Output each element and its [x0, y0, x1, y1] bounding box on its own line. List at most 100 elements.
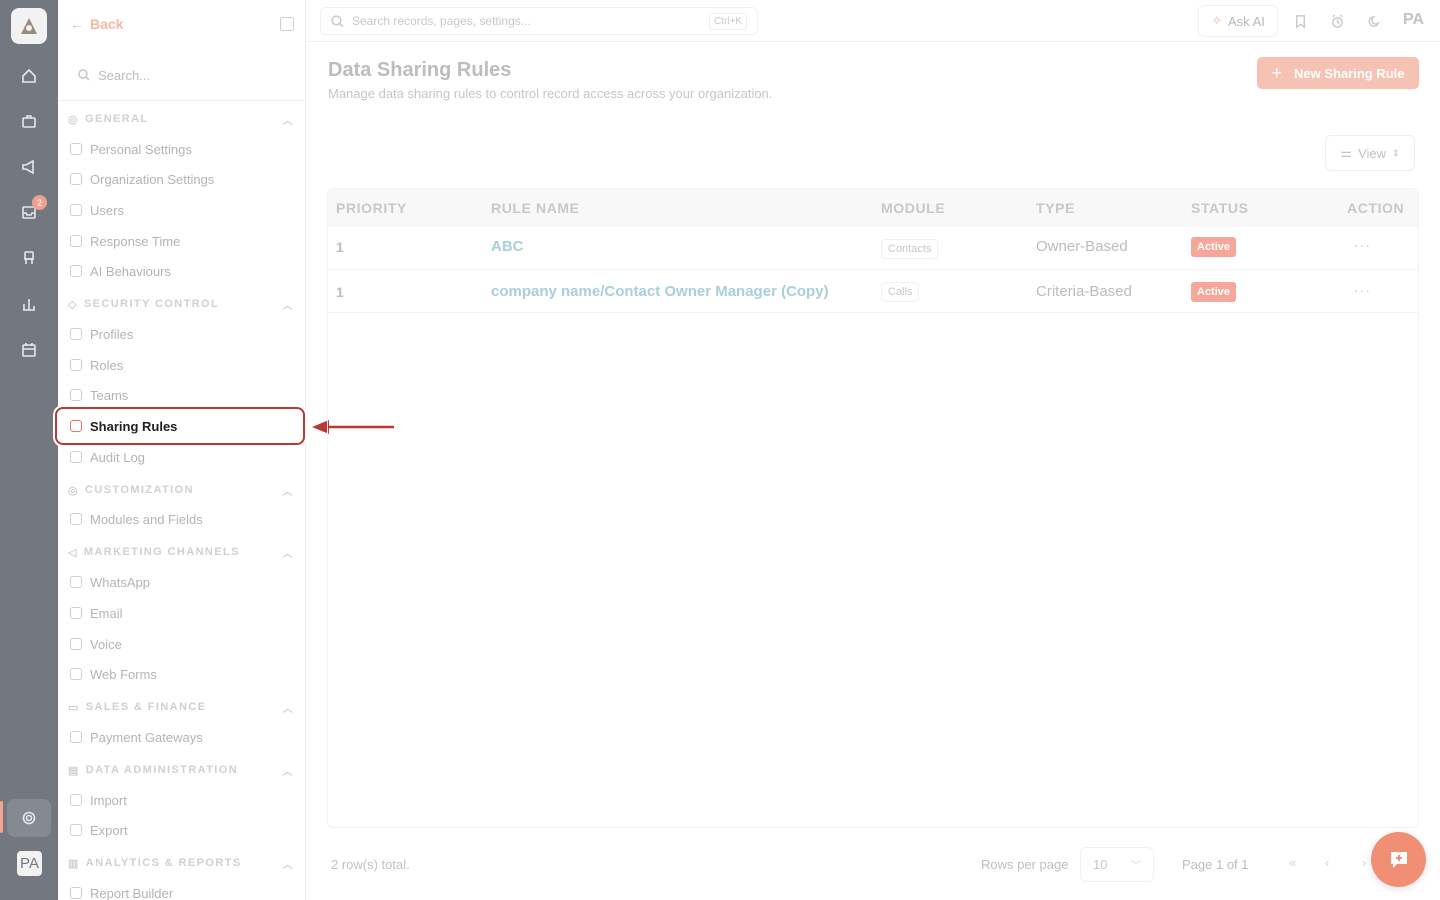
mail-icon: [70, 607, 82, 619]
rows-per-page-select[interactable]: 10 ﹀: [1080, 847, 1154, 882]
sidebar-item-label: Email: [90, 605, 123, 621]
section-general[interactable]: ◎ GENERAL ︿: [68, 109, 294, 129]
table-row[interactable]: 1 company name/Contact Owner Manager (Co…: [328, 270, 1418, 313]
section-analytics-reports[interactable]: ▥ ANALYTICS & REPORTS ︿: [68, 853, 294, 873]
sidebar-item-teams[interactable]: Teams: [70, 383, 296, 407]
sidebar-item-voice[interactable]: Voice: [70, 632, 296, 656]
sidebar-item-email[interactable]: Email: [70, 601, 296, 625]
search-icon: [78, 69, 90, 81]
avatar[interactable]: PA: [17, 851, 42, 876]
inbox-badge: 2: [32, 195, 47, 210]
section-sales-finance[interactable]: ▭ SALES & FINANCE ︿: [68, 697, 294, 717]
section-data-administration[interactable]: ▤ DATA ADMINISTRATION ︿: [68, 760, 294, 780]
bookmark-icon[interactable]: [1291, 12, 1309, 30]
collapse-sidebar-icon[interactable]: [280, 17, 294, 31]
sidebar-item-response-time[interactable]: Response Time: [70, 229, 296, 253]
cell-priority: 1: [336, 239, 344, 255]
megaphone-icon[interactable]: [17, 155, 41, 179]
rule-name-link[interactable]: ABC: [491, 238, 524, 255]
sidebar-item-import[interactable]: Import: [70, 788, 296, 812]
chevron-updown-icon: ⇕: [1392, 147, 1400, 158]
sliders-icon: ⚌: [1340, 145, 1353, 160]
prev-page-button[interactable]: ‹: [1325, 855, 1329, 870]
sidebar-search-input[interactable]: Search...: [70, 60, 296, 90]
sidebar-item-label: Roles: [90, 357, 124, 373]
page-subtitle: Manage data sharing rules to control rec…: [328, 86, 773, 101]
col-rule-name[interactable]: RULE NAME: [491, 200, 580, 216]
ask-ai-label: Ask AI: [1228, 13, 1265, 29]
clock-icon: [70, 235, 82, 247]
download-icon: [70, 824, 82, 836]
sidebar-item-users[interactable]: Users: [70, 198, 296, 222]
sidebar-item-label: Teams: [90, 387, 129, 403]
shield-icon: [70, 328, 82, 340]
sidebar-item-ai-behaviours[interactable]: AI Behaviours: [70, 259, 296, 283]
view-label: View: [1358, 145, 1387, 161]
chevron-up-icon: ︿: [282, 116, 294, 127]
col-action: ACTION: [1347, 200, 1405, 216]
section-title: ANALYTICS & REPORTS: [85, 857, 242, 869]
sidebar-item-sharing-rules[interactable]: Sharing Rules: [55, 407, 305, 445]
section-title: DATA ADMINISTRATION: [85, 764, 239, 776]
sidebar-item-personal-settings[interactable]: Personal Settings: [70, 137, 296, 161]
home-icon[interactable]: [17, 64, 41, 88]
sidebar-item-whatsapp[interactable]: WhatsApp: [70, 570, 296, 594]
chair-icon[interactable]: [17, 246, 41, 270]
megaphone-icon: ◁: [68, 546, 78, 559]
rule-name-link[interactable]: company name/Contact Owner Manager (Copy…: [491, 283, 829, 300]
bar-chart-icon: ▥: [68, 857, 80, 870]
alarm-clock-icon[interactable]: [1328, 12, 1346, 30]
briefcase-icon[interactable]: [17, 109, 41, 133]
sidebar-item-report-builder[interactable]: Report Builder: [70, 881, 296, 900]
section-marketing-channels[interactable]: ◁ MARKETING CHANNELS ︿: [68, 542, 294, 562]
shortcut-hint: Ctrl+K: [708, 13, 747, 30]
col-priority[interactable]: PRIORITY: [336, 200, 407, 216]
ask-ai-button[interactable]: ✧ Ask AI: [1198, 5, 1278, 37]
calendar-icon[interactable]: [17, 338, 41, 362]
settings-active-indicator: [0, 801, 3, 833]
sidebar-item-organization-settings[interactable]: Organization Settings: [70, 167, 296, 191]
section-title: GENERAL: [85, 113, 149, 125]
new-sharing-rule-button[interactable]: + New Sharing Rule: [1257, 57, 1419, 89]
sidebar-item-audit-log[interactable]: Audit Log: [70, 445, 296, 469]
col-module[interactable]: MODULE: [881, 200, 945, 216]
sidebar-item-export[interactable]: Export: [70, 818, 296, 842]
next-page-button[interactable]: ›: [1362, 855, 1366, 870]
section-icon: ◎: [68, 113, 79, 126]
global-search-input[interactable]: Search records, pages, settings... Ctrl+…: [320, 7, 758, 35]
sidebar-item-label: Report Builder: [90, 885, 174, 900]
chat-support-button[interactable]: [1371, 832, 1426, 887]
section-security-control[interactable]: ◇ SECURITY CONTROL ︿: [68, 294, 294, 314]
moon-icon[interactable]: [1365, 12, 1383, 30]
sidebar-item-web-forms[interactable]: Web Forms: [70, 662, 296, 686]
row-actions-icon[interactable]: ···: [1354, 237, 1371, 253]
gear-icon[interactable]: [17, 806, 41, 830]
user-key-icon: [70, 359, 82, 371]
bar-chart-icon[interactable]: [17, 292, 41, 316]
sparkle-icon: [70, 265, 82, 277]
first-page-button[interactable]: «: [1289, 855, 1296, 870]
view-options-button[interactable]: ⚌ View ⇕: [1325, 135, 1415, 171]
app-logo-icon[interactable]: [11, 8, 47, 44]
status-badge: Active: [1191, 237, 1237, 257]
wallet-icon: ▭: [68, 701, 80, 714]
back-link[interactable]: ← Back: [70, 14, 123, 34]
sidebar-item-profiles[interactable]: Profiles: [70, 322, 296, 346]
user-icon: [70, 143, 82, 155]
sidebar-item-roles[interactable]: Roles: [70, 353, 296, 377]
row-actions-icon[interactable]: ···: [1354, 282, 1371, 298]
table-row[interactable]: 1 ABC Contacts Owner-Based Active ···: [328, 227, 1418, 270]
module-chip: Calls: [881, 282, 920, 302]
col-status[interactable]: STATUS: [1191, 200, 1249, 216]
module-chip: Contacts: [881, 239, 939, 259]
users-icon: [70, 204, 82, 216]
user-initials[interactable]: PA: [1403, 11, 1424, 29]
sidebar-item-label: Import: [90, 792, 127, 808]
sidebar-item-modules-and-fields[interactable]: Modules and Fields: [70, 507, 296, 531]
chevron-up-icon: ︿: [282, 549, 294, 560]
section-customization[interactable]: ◎ CUSTOMIZATION ︿: [68, 480, 294, 500]
plus-icon: +: [1271, 62, 1282, 83]
col-type[interactable]: TYPE: [1036, 200, 1075, 216]
sidebar-item-payment-gateways[interactable]: Payment Gateways: [70, 725, 296, 749]
back-label: Back: [90, 16, 124, 32]
